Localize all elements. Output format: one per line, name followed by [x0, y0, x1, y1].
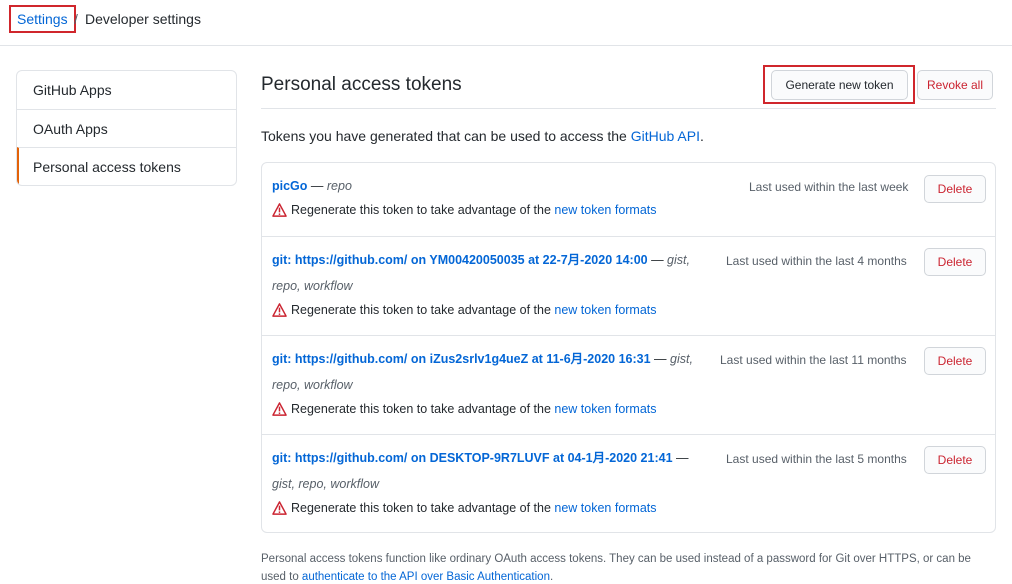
token-name-link[interactable]: git: https://github.com/ on iZus2srlv1g4… — [272, 352, 651, 366]
token-name-link[interactable]: git: https://github.com/ on DESKTOP-9R7L… — [272, 451, 673, 465]
token-scope-separator: — — [650, 352, 671, 366]
sidebar-item-personal-access-tokens[interactable]: Personal access tokens — [17, 147, 236, 185]
intro-text: Tokens you have generated that can be us… — [261, 128, 704, 144]
delete-token-button[interactable]: Delete — [924, 347, 986, 375]
token-warning: Regenerate this token to take advantage … — [272, 303, 657, 320]
token-warning: Regenerate this token to take advantage … — [272, 501, 657, 518]
token-description: git: https://github.com/ on iZus2srlv1g4… — [272, 346, 712, 398]
delete-token-button[interactable]: Delete — [924, 175, 986, 203]
token-last-used: Last used within the last 4 months — [726, 254, 907, 268]
footer-note-end: . — [549, 571, 554, 583]
token-warning-text: Regenerate this token to take advantage … — [291, 203, 555, 217]
page-title: Personal access tokens — [261, 74, 462, 95]
breadcrumb-settings-link[interactable]: Settings — [9, 5, 76, 33]
new-token-formats-link[interactable]: new token formats — [554, 203, 656, 217]
header-divider — [261, 108, 996, 109]
token-row: picGo — repo Last used within the last w… — [262, 163, 995, 236]
alert-triangle-icon — [272, 402, 287, 419]
token-scope-separator: — — [672, 451, 689, 465]
sidebar-item-oauth-apps[interactable]: OAuth Apps — [17, 109, 236, 147]
token-warning-text: Regenerate this token to take advantage … — [291, 303, 555, 317]
intro-text-end: . — [699, 128, 704, 144]
footer-note: Personal access tokens function like ord… — [261, 550, 996, 584]
new-token-formats-link[interactable]: new token formats — [554, 402, 656, 416]
token-row: git: https://github.com/ on DESKTOP-9R7L… — [262, 434, 995, 532]
revoke-all-button[interactable]: Revoke all — [917, 70, 993, 100]
basic-auth-link[interactable]: authenticate to the API over Basic Authe… — [302, 571, 550, 583]
breadcrumb-current: Developer settings — [85, 11, 201, 27]
token-scopes: gist, repo, workflow — [272, 477, 379, 491]
new-token-formats-link[interactable]: new token formats — [554, 303, 656, 317]
delete-token-button[interactable]: Delete — [924, 446, 986, 474]
breadcrumb-separator: / — [74, 11, 78, 27]
alert-triangle-icon — [272, 303, 287, 320]
token-name-link[interactable]: picGo — [272, 179, 307, 193]
alert-triangle-icon — [272, 203, 287, 220]
breadcrumb: Settings / Developer settings — [0, 0, 1012, 46]
sidebar-item-github-apps[interactable]: GitHub Apps — [17, 71, 236, 109]
token-last-used: Last used within the last 11 months — [720, 353, 907, 367]
token-list: picGo — repo Last used within the last w… — [261, 162, 996, 533]
token-description: git: https://github.com/ on DESKTOP-9R7L… — [272, 445, 712, 497]
delete-token-button[interactable]: Delete — [924, 248, 986, 276]
generate-new-token-button[interactable]: Generate new token — [771, 70, 908, 100]
new-token-formats-link[interactable]: new token formats — [554, 501, 656, 515]
token-scope-separator: — — [647, 253, 668, 267]
token-description: git: https://github.com/ on YM0042005003… — [272, 247, 712, 299]
token-row: git: https://github.com/ on iZus2srlv1g4… — [262, 335, 995, 434]
token-last-used: Last used within the last week — [749, 180, 909, 194]
token-warning: Regenerate this token to take advantage … — [272, 402, 657, 419]
token-description: picGo — repo — [272, 173, 712, 199]
token-row: git: https://github.com/ on YM0042005003… — [262, 236, 995, 335]
token-name-link[interactable]: git: https://github.com/ on YM0042005003… — [272, 253, 648, 267]
github-api-link[interactable]: GitHub API — [631, 128, 700, 144]
token-warning-text: Regenerate this token to take advantage … — [291, 501, 555, 515]
developer-settings-sidebar: GitHub Apps OAuth Apps Personal access t… — [16, 70, 237, 186]
token-last-used: Last used within the last 5 months — [726, 452, 907, 466]
token-scope-separator: — — [307, 179, 327, 193]
token-warning-text: Regenerate this token to take advantage … — [291, 402, 555, 416]
alert-triangle-icon — [272, 501, 287, 518]
token-warning: Regenerate this token to take advantage … — [272, 203, 657, 220]
intro-text-body: Tokens you have generated that can be us… — [261, 128, 631, 144]
token-scopes: repo — [326, 179, 352, 193]
